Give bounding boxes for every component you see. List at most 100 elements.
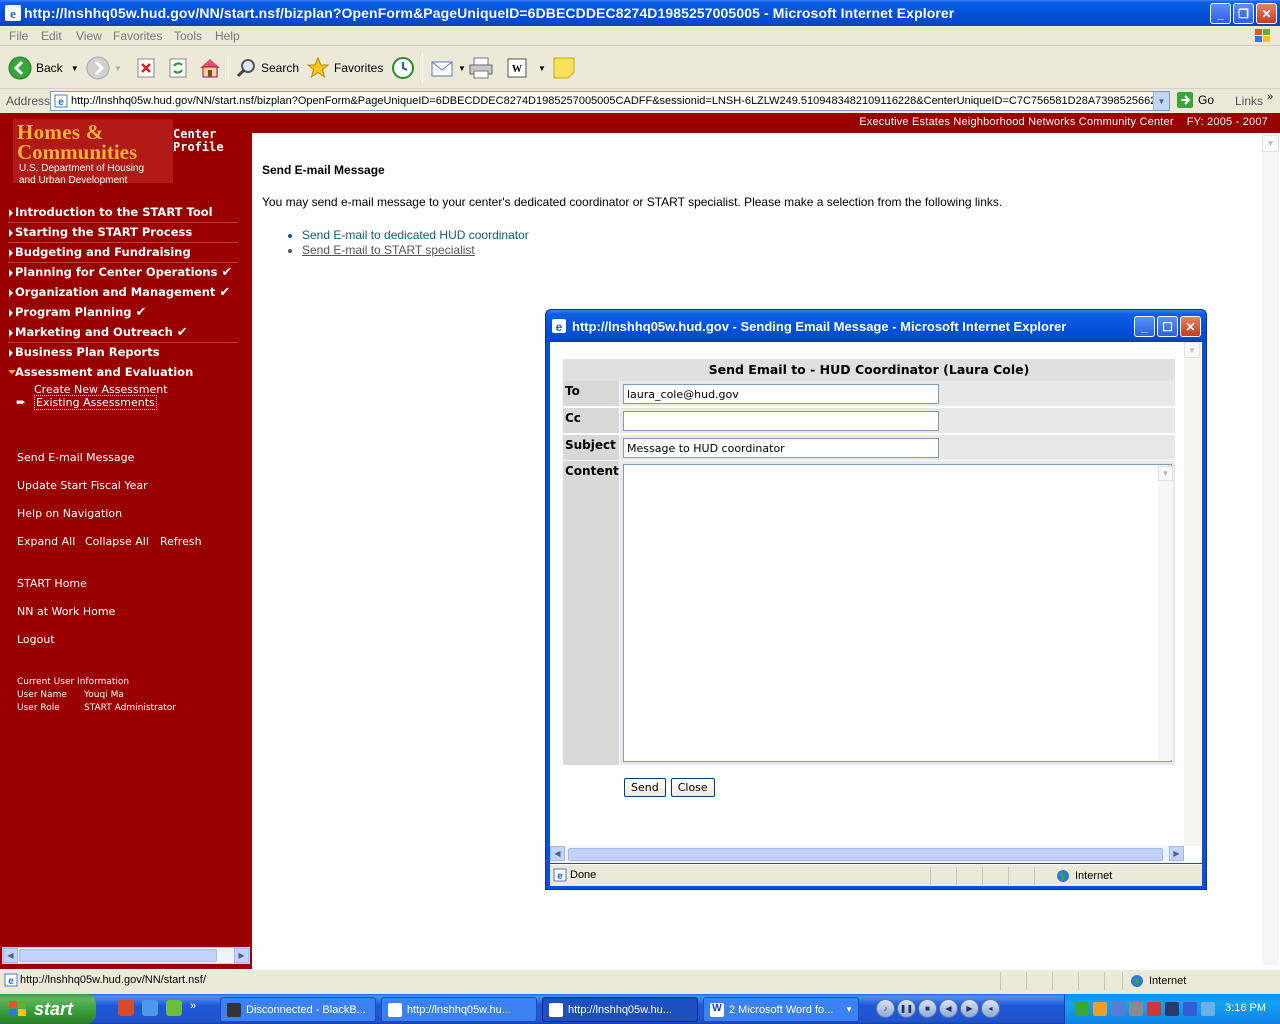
nav-item-assessment[interactable]: Assessment and Evaluation: [8, 363, 238, 383]
scroll-down-icon[interactable]: ▼: [1184, 342, 1200, 358]
send-button[interactable]: Send: [624, 778, 666, 797]
nav-item-budgeting[interactable]: Budgeting and Fundraising: [8, 243, 238, 263]
collapse-all-link[interactable]: Collapse All: [85, 535, 149, 548]
media-app-icon[interactable]: ♪: [876, 999, 895, 1018]
tray-icon[interactable]: [1183, 1002, 1197, 1016]
nav-item-planning-operations[interactable]: Planning for Center Operations ✔: [8, 263, 238, 283]
scrollbar-thumb[interactable]: [19, 949, 217, 962]
nav-item-starting[interactable]: Starting the START Process: [8, 223, 238, 243]
restore-button[interactable]: ❐: [1233, 3, 1254, 24]
start-button[interactable]: start: [0, 994, 96, 1024]
close-popup-button[interactable]: Close: [670, 778, 715, 797]
home-button[interactable]: [198, 55, 222, 81]
refresh-link[interactable]: Refresh: [160, 535, 202, 548]
edit-button[interactable]: W ▼: [506, 55, 546, 81]
logout-link[interactable]: Logout: [17, 633, 55, 646]
tray-icon[interactable]: [1147, 1002, 1161, 1016]
network-icon[interactable]: [1111, 1002, 1125, 1016]
menu-view[interactable]: View: [76, 29, 102, 43]
textarea-scrollbar[interactable]: ▲ ▼: [1158, 466, 1173, 760]
scroll-left-icon[interactable]: ◀: [550, 846, 565, 861]
previous-icon[interactable]: ◀: [939, 999, 958, 1018]
task-blackberry[interactable]: Disconnected - BlackB...: [220, 997, 376, 1022]
next-icon[interactable]: ▶: [960, 999, 979, 1018]
print-button[interactable]: [468, 55, 494, 81]
maximize-button[interactable]: ☐: [1157, 316, 1178, 337]
quicklaunch-app-icon[interactable]: [118, 1000, 134, 1016]
menu-file[interactable]: File: [9, 29, 28, 43]
subnav-existing-assessments[interactable]: ➨ Existing Assessments: [8, 395, 238, 410]
popup-horizontal-scrollbar[interactable]: ◀ ▶: [550, 846, 1184, 863]
stop-media-icon[interactable]: ■: [918, 999, 937, 1018]
scrollbar-thumb[interactable]: [568, 848, 1163, 861]
content-textarea[interactable]: [623, 464, 1172, 762]
back-button[interactable]: Back ▼: [8, 55, 79, 81]
page-vertical-scrollbar[interactable]: ▲ ▼: [1262, 135, 1279, 965]
tray-icon[interactable]: [1165, 1002, 1179, 1016]
system-tray: 3:16 PM: [1064, 994, 1280, 1024]
ie-quicklaunch-icon[interactable]: [142, 1000, 158, 1016]
nav-item-organization[interactable]: Organization and Management ✔: [8, 283, 238, 303]
popup-vertical-scrollbar[interactable]: ▲ ▼: [1184, 342, 1201, 846]
close-button[interactable]: ✕: [1256, 3, 1277, 24]
favorites-button[interactable]: Favorites: [306, 55, 383, 81]
mail-button[interactable]: ▼: [430, 55, 466, 81]
chevron-down-icon[interactable]: ▼: [71, 64, 79, 73]
search-button[interactable]: Search: [235, 55, 299, 81]
task-ie-2[interactable]: http://lnshhq05w.hu...: [542, 997, 698, 1022]
menu-edit[interactable]: Edit: [41, 29, 62, 43]
tray-icon[interactable]: [1129, 1002, 1143, 1016]
task-word[interactable]: W 2 Microsoft Word fo... ▼: [703, 997, 859, 1022]
tray-icon[interactable]: [1201, 1002, 1215, 1016]
address-input[interactable]: e http://lnshhq05w.hud.gov/NN/start.nsf/…: [50, 91, 1170, 111]
send-email-link[interactable]: Send E-mail Message: [17, 451, 134, 464]
scroll-down-icon[interactable]: ▼: [1262, 135, 1279, 152]
chevron-down-icon[interactable]: ▼: [1153, 92, 1169, 110]
nav-item-introduction[interactable]: Introduction to the START Tool: [8, 203, 238, 223]
menu-tools[interactable]: Tools: [174, 29, 202, 43]
go-button[interactable]: Go: [1176, 91, 1214, 109]
chevron-right-icon[interactable]: »: [1267, 91, 1273, 103]
menu-help[interactable]: Help: [215, 29, 240, 43]
scroll-right-icon[interactable]: ▶: [1169, 846, 1184, 861]
minimize-button[interactable]: _: [1134, 316, 1155, 337]
quicklaunch-app-icon[interactable]: [166, 1000, 182, 1016]
nn-home-link[interactable]: NN at Work Home: [17, 605, 115, 618]
clock[interactable]: 3:16 PM: [1225, 1002, 1266, 1014]
sidebar-horizontal-scrollbar[interactable]: ◀ ▶: [2, 947, 250, 964]
history-button[interactable]: [391, 55, 415, 81]
checkmark-icon: ✔: [176, 325, 188, 340]
expand-all-link[interactable]: Expand All: [17, 535, 75, 548]
update-fiscal-year-link[interactable]: Update Start Fiscal Year: [17, 479, 148, 492]
stop-button[interactable]: [136, 55, 156, 81]
to-field[interactable]: [623, 384, 939, 404]
links-button[interactable]: Links: [1235, 94, 1263, 108]
cc-field[interactable]: [623, 411, 939, 431]
center-profile-link[interactable]: Center Profile: [173, 128, 224, 154]
chevron-down-icon[interactable]: ▼: [458, 64, 466, 73]
email-coordinator-link[interactable]: Send E-mail to dedicated HUD coordinator: [302, 228, 529, 243]
chevron-right-icon[interactable]: »: [190, 1000, 196, 1016]
scroll-down-icon[interactable]: ▼: [1158, 466, 1173, 481]
chevron-down-icon[interactable]: ▼: [538, 64, 546, 73]
nav-item-marketing[interactable]: Marketing and Outreach ✔: [8, 323, 238, 343]
notes-button[interactable]: [552, 55, 576, 81]
scroll-right-icon[interactable]: ▶: [234, 948, 249, 963]
email-specialist-link[interactable]: Send E-mail to START specialist: [302, 243, 529, 258]
subject-field[interactable]: [623, 438, 939, 458]
volume-icon[interactable]: ◂: [981, 999, 1000, 1018]
start-home-link[interactable]: START Home: [17, 577, 87, 590]
close-button[interactable]: ✕: [1180, 316, 1201, 337]
forward-button[interactable]: ▼: [86, 55, 122, 81]
pause-icon[interactable]: ❚❚: [897, 999, 916, 1018]
refresh-button[interactable]: [168, 55, 188, 81]
task-ie-1[interactable]: http://lnshhq05w.hu...: [381, 997, 537, 1022]
nav-item-business-plan-reports[interactable]: Business Plan Reports: [8, 343, 238, 363]
nav-item-program-planning[interactable]: Program Planning ✔: [8, 303, 238, 323]
tray-icon[interactable]: [1093, 1002, 1107, 1016]
tray-icon[interactable]: [1075, 1002, 1089, 1016]
help-navigation-link[interactable]: Help on Navigation: [17, 507, 122, 520]
scroll-left-icon[interactable]: ◀: [3, 948, 18, 963]
menu-favorites[interactable]: Favorites: [113, 29, 162, 43]
minimize-button[interactable]: _: [1210, 3, 1231, 24]
